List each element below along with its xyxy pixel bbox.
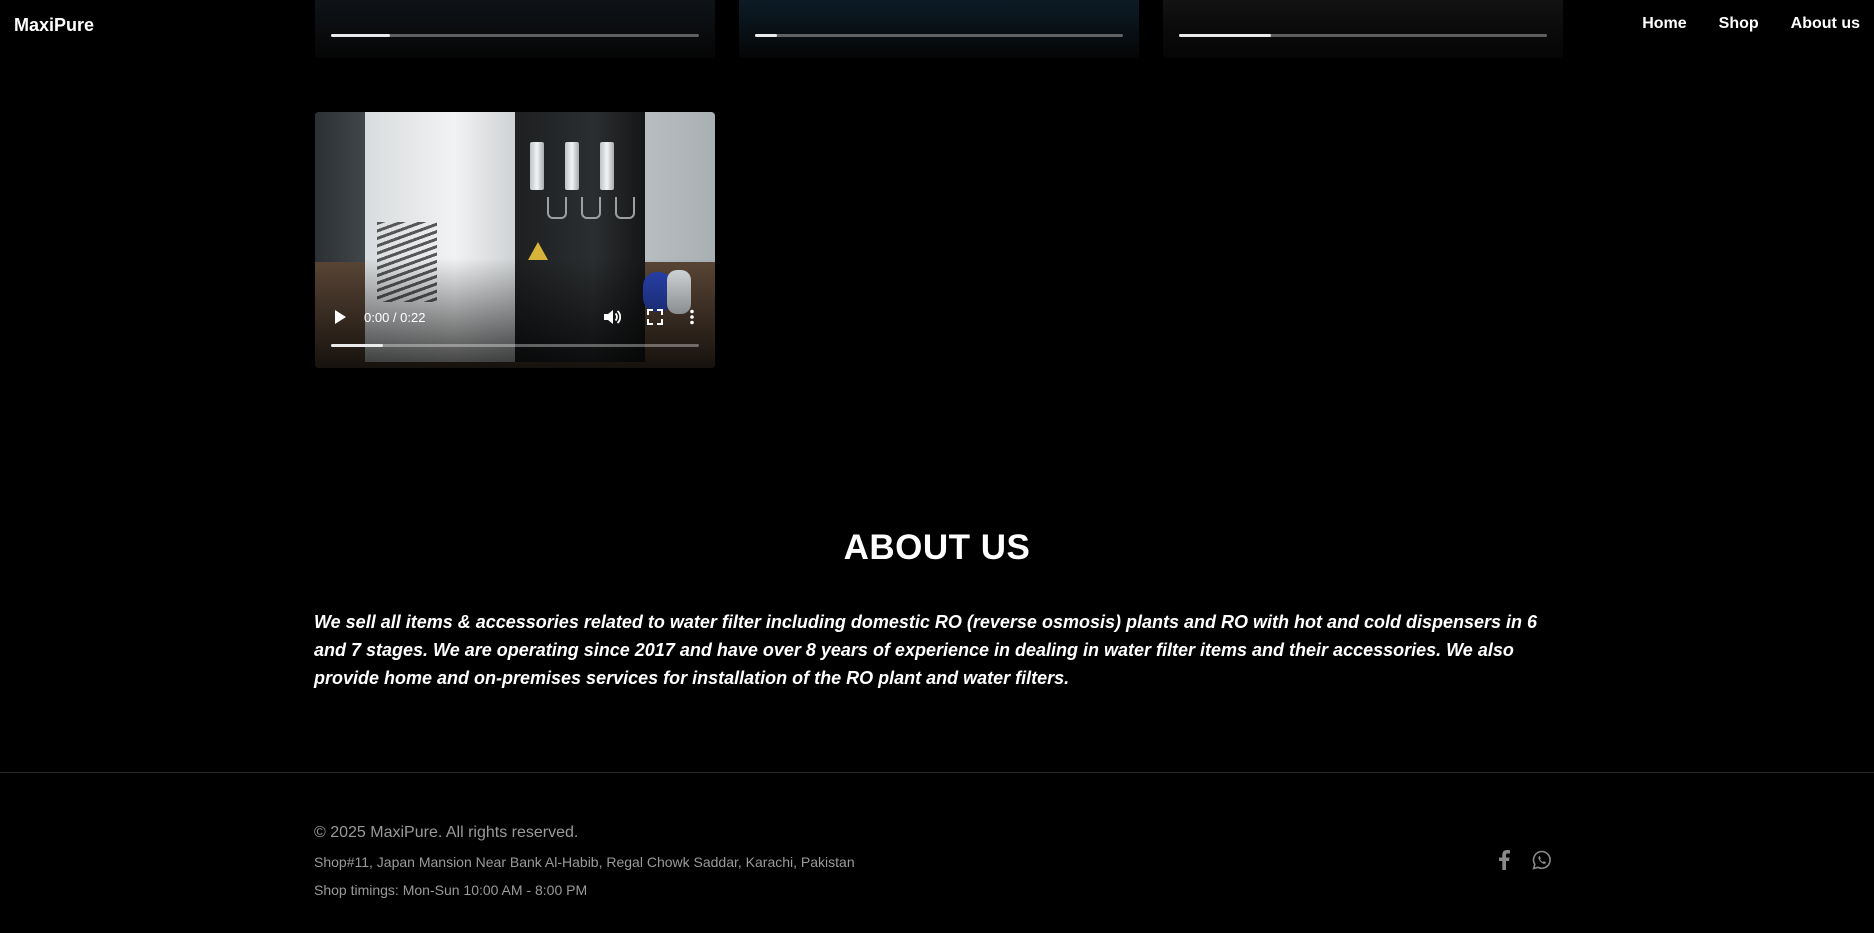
- video-progress-bar[interactable]: [331, 344, 699, 347]
- video-player-4[interactable]: 0:00 / 0:22: [315, 112, 715, 368]
- footer-hours: Shop timings: Mon-Sun 10:00 AM - 8:00 PM: [314, 882, 588, 898]
- about-description: We sell all items & accessories related …: [314, 612, 1538, 688]
- nav-link-about[interactable]: About us: [1791, 15, 1860, 33]
- more-options-icon[interactable]: [689, 309, 695, 325]
- navbar: MaxiPure Home Shop About us: [0, 0, 1874, 52]
- footer-divider: [0, 772, 1874, 773]
- play-icon[interactable]: [335, 310, 346, 324]
- about-title: ABOUT US: [843, 528, 1031, 567]
- video-frame: [315, 112, 715, 368]
- facebook-icon[interactable]: [1498, 850, 1510, 870]
- nav-link-home[interactable]: Home: [1642, 15, 1686, 33]
- brand-logo[interactable]: MaxiPure: [14, 15, 94, 36]
- volume-icon[interactable]: [603, 309, 621, 325]
- video-time: 0:00 / 0:22: [364, 309, 426, 325]
- nav-link-shop[interactable]: Shop: [1719, 15, 1759, 33]
- social-links: [1498, 850, 1552, 870]
- nav-links: Home Shop About us: [1642, 15, 1860, 33]
- footer-address: Shop#11, Japan Mansion Near Bank Al-Habi…: [314, 854, 855, 870]
- whatsapp-icon[interactable]: [1532, 850, 1552, 870]
- footer-copyright: © 2025 MaxiPure. All rights reserved.: [314, 824, 579, 841]
- video-controls: 0:00 / 0:22: [331, 305, 699, 329]
- fullscreen-icon[interactable]: [647, 309, 663, 325]
- video-progress-fill: [331, 344, 383, 347]
